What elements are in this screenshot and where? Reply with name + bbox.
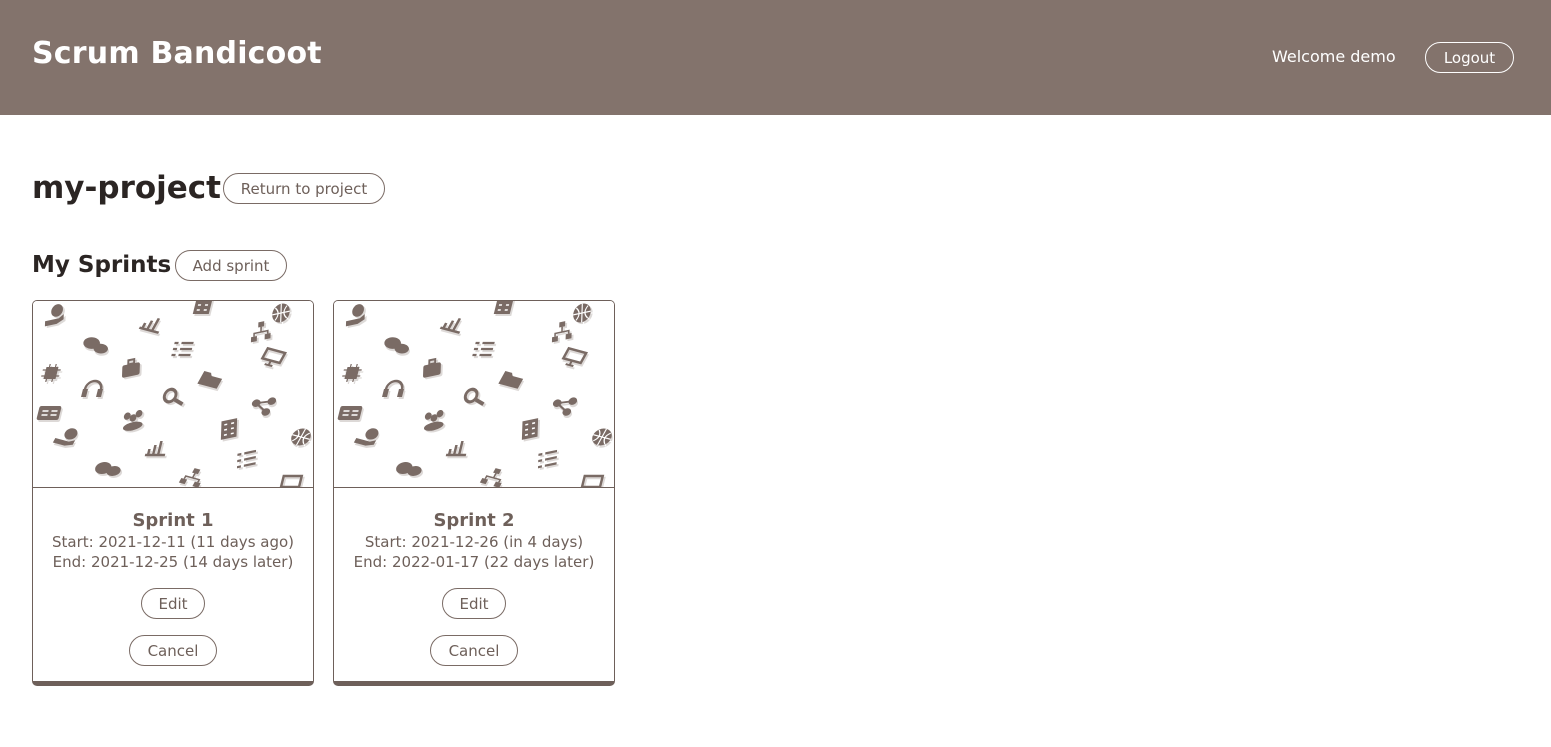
headset-icon bbox=[382, 379, 406, 399]
sprint-start-date: Start: 2021-12-11 (11 days ago) bbox=[51, 533, 295, 551]
logout-button[interactable]: Logout bbox=[1425, 42, 1514, 73]
sprint-card: Sprint 2 Start: 2021-12-26 (in 4 days) E… bbox=[333, 300, 615, 686]
welcome-text: Welcome demo bbox=[1272, 47, 1396, 66]
checklist-icon bbox=[171, 341, 196, 359]
return-to-project-button[interactable]: Return to project bbox=[223, 173, 385, 204]
sprints-heading: My Sprints bbox=[32, 252, 172, 278]
briefcase-icon bbox=[423, 357, 443, 380]
presentation-icon bbox=[561, 346, 589, 370]
chat-bubbles-icon bbox=[384, 337, 410, 356]
globe-icon bbox=[291, 428, 312, 448]
team-icon bbox=[122, 409, 145, 433]
network-icon bbox=[551, 321, 574, 344]
hand-coin-icon bbox=[353, 428, 380, 448]
hand-coin-icon bbox=[44, 304, 66, 328]
search-icon bbox=[463, 387, 487, 408]
chip-icon bbox=[342, 364, 364, 384]
folder-icon bbox=[197, 371, 224, 392]
edit-sprint-button[interactable]: Edit bbox=[442, 588, 506, 619]
chat-bubbles-icon bbox=[83, 337, 109, 356]
cancel-sprint-button[interactable]: Cancel bbox=[430, 635, 518, 666]
building-icon bbox=[192, 301, 215, 316]
bar-chart-icon bbox=[138, 318, 162, 337]
network-icon bbox=[178, 468, 202, 487]
sprint-end-date: End: 2021-12-25 (14 days later) bbox=[52, 553, 294, 571]
search-icon bbox=[162, 387, 186, 408]
bar-chart-icon bbox=[439, 318, 463, 337]
building-icon bbox=[521, 418, 541, 442]
share-icon bbox=[251, 397, 278, 419]
checklist-icon bbox=[537, 449, 559, 471]
icon-pattern bbox=[337, 301, 613, 487]
globe-icon bbox=[573, 303, 593, 325]
cancel-sprint-button[interactable]: Cancel bbox=[129, 635, 217, 666]
checklist-icon bbox=[472, 341, 497, 359]
briefcase-icon bbox=[122, 357, 142, 380]
hand-coin-icon bbox=[345, 304, 367, 328]
add-sprint-button[interactable]: Add sprint bbox=[175, 250, 287, 281]
sprint-name: Sprint 1 bbox=[132, 510, 214, 531]
building-icon bbox=[220, 418, 240, 442]
network-icon bbox=[479, 468, 503, 487]
checklist-icon bbox=[236, 449, 258, 471]
edit-sprint-button[interactable]: Edit bbox=[141, 588, 205, 619]
icon-pattern bbox=[36, 301, 312, 487]
sprint-card: Sprint 1 Start: 2021-12-11 (11 days ago)… bbox=[32, 300, 314, 686]
sprint-card-image bbox=[33, 301, 313, 488]
globe-icon bbox=[592, 428, 613, 448]
network-icon bbox=[250, 321, 273, 344]
bar-chart-icon bbox=[445, 441, 468, 459]
id-card-icon bbox=[337, 406, 364, 422]
chip-icon bbox=[41, 364, 63, 384]
presentation-icon bbox=[580, 474, 606, 487]
id-card-icon bbox=[36, 406, 63, 422]
folder-icon bbox=[498, 371, 525, 392]
sprint-end-date: End: 2022-01-17 (22 days later) bbox=[353, 553, 595, 571]
chat-bubbles-icon bbox=[95, 462, 123, 478]
app-brand[interactable]: Scrum Bandicoot bbox=[32, 36, 322, 71]
presentation-icon bbox=[260, 346, 288, 370]
sprint-card-image bbox=[334, 301, 614, 488]
sprint-name: Sprint 2 bbox=[433, 510, 515, 531]
presentation-icon bbox=[279, 474, 305, 487]
hand-coin-icon bbox=[52, 428, 79, 448]
headset-icon bbox=[81, 379, 105, 399]
bar-chart-icon bbox=[144, 441, 167, 459]
building-icon bbox=[493, 301, 516, 316]
team-icon bbox=[423, 409, 446, 433]
sprint-start-date: Start: 2021-12-26 (in 4 days) bbox=[364, 533, 584, 551]
top-header: Scrum Bandicoot Welcome demo Logout bbox=[0, 0, 1551, 115]
chat-bubbles-icon bbox=[396, 462, 424, 478]
share-icon bbox=[552, 397, 579, 419]
globe-icon bbox=[272, 303, 292, 325]
project-title: my-project bbox=[32, 170, 221, 206]
